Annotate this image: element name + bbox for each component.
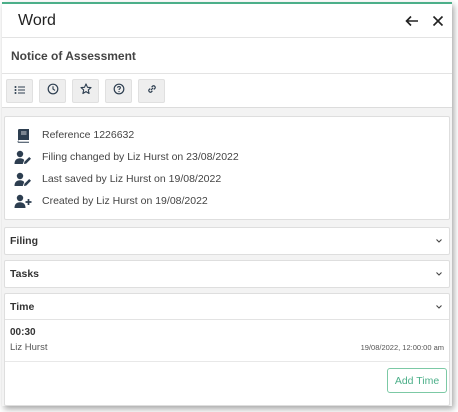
tasks-section: Tasks	[4, 260, 450, 288]
last-saved-row: Last saved by Liz Hurst on 19/08/2022	[5, 168, 449, 190]
reference-text: Reference 1226632	[42, 129, 135, 141]
side-panel: Word Notice of Assessment Reference 1226…	[2, 2, 452, 406]
user-plus-icon	[14, 192, 32, 210]
link-icon	[146, 82, 158, 100]
panel-title: Word	[18, 11, 56, 29]
document-title: Notice of Assessment	[2, 38, 452, 74]
user-edit-icon	[14, 148, 32, 166]
time-entry[interactable]: 00:30 Liz Hurst 19/08/2022, 12:00:00 am	[5, 320, 449, 362]
last-saved-text: Last saved by Liz Hurst on 19/08/2022	[42, 173, 222, 185]
star-icon	[79, 82, 92, 100]
time-entry-details: Liz Hurst 19/08/2022, 12:00:00 am	[10, 342, 444, 353]
history-button[interactable]	[39, 78, 66, 103]
time-section: Time 00:30 Liz Hurst 19/08/2022, 12:00:0…	[4, 293, 450, 406]
time-section-header[interactable]: Time	[5, 294, 449, 320]
filing-section-label: Filing	[10, 235, 38, 247]
back-arrow-icon[interactable]	[404, 13, 420, 29]
time-section-label: Time	[10, 300, 35, 313]
tasks-section-label: Tasks	[10, 268, 39, 280]
created-row: Created by Liz Hurst on 19/08/2022	[5, 190, 449, 212]
filing-section-header[interactable]: Filing	[5, 228, 449, 254]
add-time-button[interactable]: Add Time	[387, 368, 447, 393]
time-entry-date: 19/08/2022, 12:00:00 am	[360, 343, 444, 352]
help-button[interactable]	[105, 78, 132, 103]
time-entry-user: Liz Hurst	[10, 342, 48, 353]
chevron-down-icon	[435, 270, 443, 278]
filing-section: Filing	[4, 227, 450, 255]
chevron-down-icon	[435, 303, 443, 311]
close-icon[interactable]	[430, 13, 446, 29]
copy-link-button[interactable]	[138, 78, 165, 103]
time-entry-duration: 00:30	[10, 327, 36, 338]
document-info-card: Reference 1226632 Filing changed by Liz …	[4, 116, 450, 220]
list-icon	[14, 82, 26, 100]
panel-header: Word	[2, 4, 452, 38]
reference-row: Reference 1226632	[5, 124, 449, 146]
created-text: Created by Liz Hurst on 19/08/2022	[42, 195, 208, 207]
details-list-button[interactable]	[6, 78, 33, 103]
user-edit-icon	[14, 170, 32, 188]
book-icon	[14, 126, 32, 144]
chevron-down-icon	[435, 237, 443, 245]
favourite-button[interactable]	[72, 78, 99, 103]
help-icon	[113, 82, 125, 100]
clock-icon	[47, 82, 59, 100]
filing-changed-text: Filing changed by Liz Hurst on 23/08/202…	[42, 151, 239, 163]
filing-changed-row: Filing changed by Liz Hurst on 23/08/202…	[5, 146, 449, 168]
tasks-section-header[interactable]: Tasks	[5, 261, 449, 287]
toolbar	[2, 74, 452, 108]
header-actions	[404, 13, 446, 29]
